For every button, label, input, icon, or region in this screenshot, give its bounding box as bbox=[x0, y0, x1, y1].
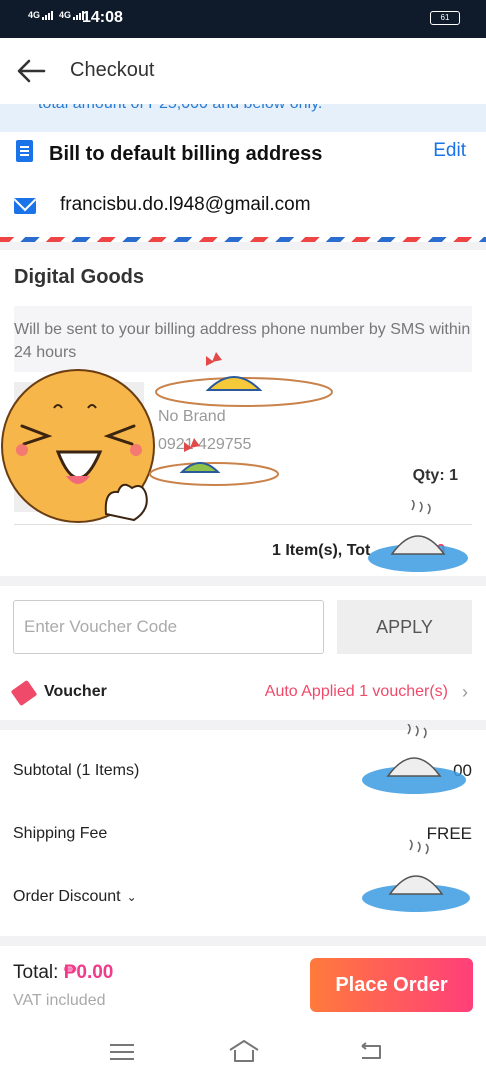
airmail-divider bbox=[0, 237, 486, 242]
shipping-label: Shipping Fee bbox=[13, 825, 108, 842]
clock: 14:08 bbox=[82, 9, 123, 26]
apply-voucher-button[interactable]: APPLY bbox=[337, 600, 472, 654]
document-icon bbox=[16, 140, 33, 162]
chevron-down-icon: ⌄ bbox=[126, 890, 137, 904]
subtotal-label: Subtotal (1 Items) bbox=[13, 762, 140, 779]
section-title: Digital Goods bbox=[14, 266, 144, 288]
checkout-header: Checkout bbox=[0, 38, 486, 104]
voucher-label: Voucher bbox=[44, 683, 107, 700]
nav-back-icon[interactable] bbox=[358, 1042, 384, 1062]
voucher-section: APPLY Voucher Auto Applied 1 voucher(s) … bbox=[0, 586, 486, 720]
total-amount: ₱0.00 bbox=[63, 962, 114, 983]
umbrella-doodle-2 bbox=[149, 438, 279, 486]
status-bar: 4G 4G 14:08 61 bbox=[0, 0, 486, 38]
billing-email: francisbu.do.l948@gmail.com bbox=[60, 194, 311, 215]
umbrella-doodle-1 bbox=[155, 352, 333, 407]
signal-indicators: 4G 4G bbox=[28, 10, 85, 20]
notice-banner: total amount of ₱25,000 and below only. bbox=[0, 104, 486, 132]
menu-icon[interactable] bbox=[110, 1044, 134, 1060]
billing-section: Bill to default billing address Edit fra… bbox=[0, 132, 486, 242]
order-discount-label: Order Discount bbox=[13, 888, 121, 905]
order-discount-toggle[interactable]: Order Discount ⌄ bbox=[13, 888, 137, 906]
edit-billing-link[interactable]: Edit bbox=[433, 140, 466, 162]
items-total-label: 1 Item(s), Tot bbox=[272, 542, 371, 559]
bathtub-doodle-1 bbox=[368, 500, 468, 572]
signal-icon-1: 4G bbox=[28, 10, 54, 20]
checkout-footer: Total: ₱0.00 VAT included Place Order bbox=[0, 946, 486, 1026]
system-nav-bar bbox=[0, 1026, 486, 1080]
laughing-face-sticker bbox=[1, 369, 155, 523]
product-brand: No Brand bbox=[158, 408, 226, 425]
ticket-icon bbox=[10, 679, 38, 707]
signal-icon-2: 4G bbox=[59, 10, 85, 20]
page-title: Checkout bbox=[70, 59, 155, 81]
voucher-status[interactable]: Auto Applied 1 voucher(s) bbox=[265, 683, 448, 701]
notice-text: total amount of ₱25,000 and below only. bbox=[38, 104, 322, 113]
mail-icon bbox=[14, 198, 36, 214]
total-row: Total: ₱0.00 bbox=[13, 962, 113, 984]
chevron-right-icon[interactable]: › bbox=[462, 682, 468, 703]
vat-label: VAT included bbox=[13, 992, 106, 1009]
bathtub-doodle-2 bbox=[362, 724, 466, 794]
total-label: Total: bbox=[13, 962, 59, 983]
back-arrow-icon[interactable] bbox=[14, 56, 48, 86]
billing-title: Bill to default billing address bbox=[49, 143, 323, 165]
battery-icon: 61 bbox=[430, 11, 460, 25]
place-order-button[interactable]: Place Order bbox=[310, 958, 473, 1012]
bathtub-doodle-3 bbox=[362, 839, 470, 912]
voucher-code-input[interactable] bbox=[13, 600, 324, 654]
product-qty: Qty: 1 bbox=[412, 467, 458, 484]
home-icon[interactable] bbox=[228, 1038, 260, 1064]
